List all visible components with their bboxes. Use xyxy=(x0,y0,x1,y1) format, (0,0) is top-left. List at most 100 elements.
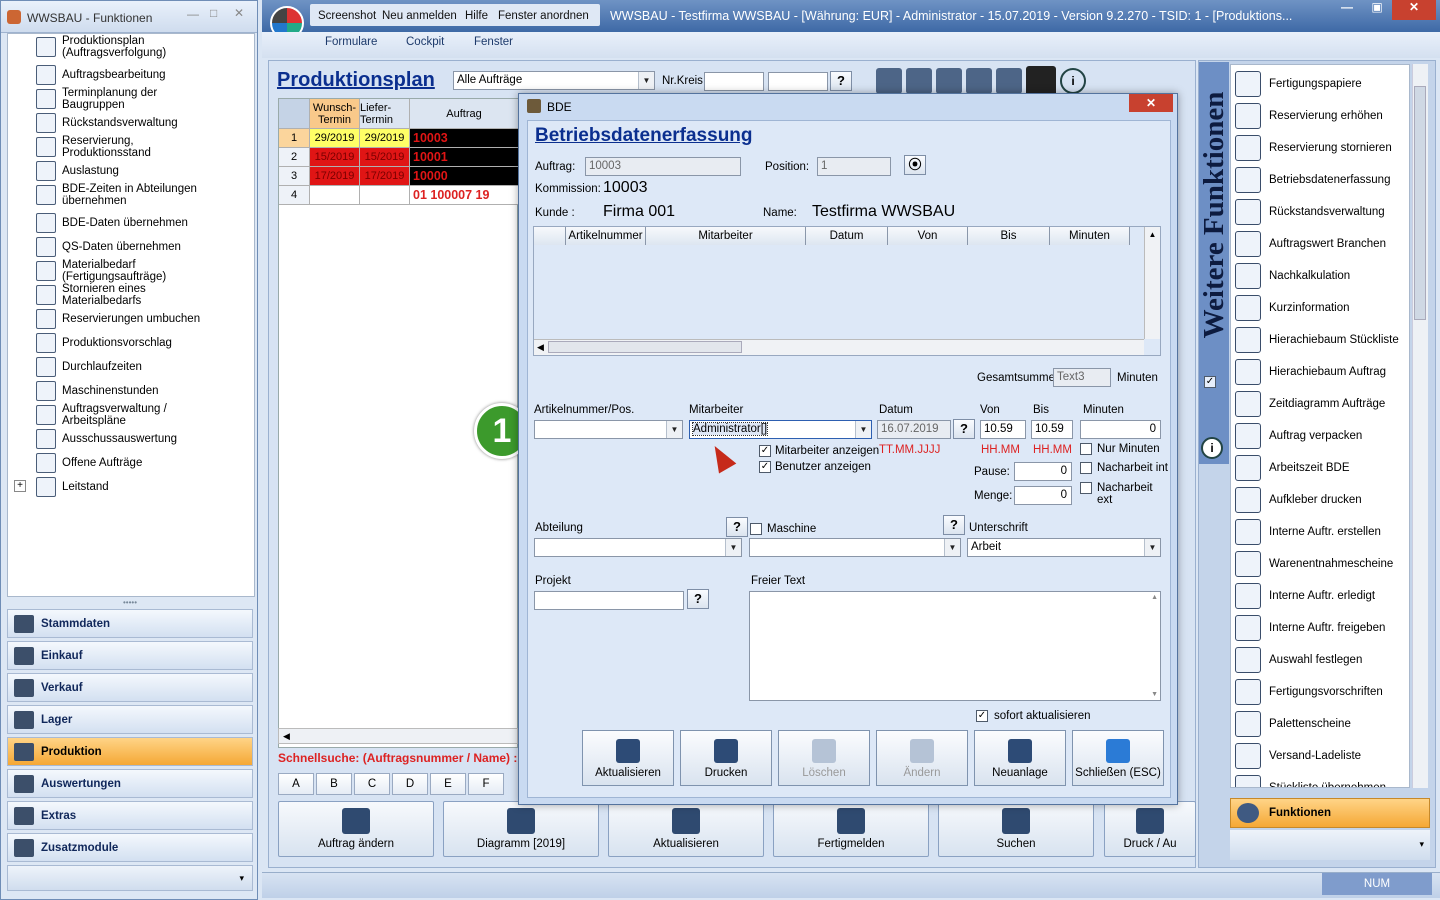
tree-item[interactable]: Terminplanung der Baugruppen xyxy=(36,87,222,111)
tree-item[interactable]: Reservierungen umbuchen xyxy=(36,308,200,330)
letter-filter-button[interactable]: B xyxy=(316,773,352,795)
tree-item[interactable]: QS-Daten übernehmen xyxy=(36,236,181,258)
function-item[interactable]: Interne Auftr. erstellen xyxy=(1235,516,1381,548)
panel-pin-checkbox[interactable]: ✓ xyxy=(1204,376,1216,388)
unterschrift-select[interactable]: Arbeit ▼ xyxy=(967,538,1161,557)
row-number[interactable]: 2 xyxy=(279,148,310,167)
datum-field[interactable]: 16.07.2019 xyxy=(877,420,951,439)
grid-hscrollbar[interactable]: ◀ xyxy=(278,728,518,744)
artikel-select[interactable]: ▼ xyxy=(534,420,683,439)
row-number[interactable]: 1 xyxy=(279,129,310,148)
header-liefer[interactable]: Liefer-Termin xyxy=(360,99,410,129)
nav-einkauf[interactable]: Einkauf xyxy=(7,641,253,670)
tree-item[interactable]: Offene Aufträge xyxy=(36,452,142,474)
tree-item[interactable]: Auslastung xyxy=(36,160,119,182)
function-item[interactable]: Arbeitszeit BDE xyxy=(1235,452,1350,484)
aendern-button[interactable]: Ändern xyxy=(876,730,968,786)
tree-item[interactable]: Maschinenstunden xyxy=(36,380,159,402)
schliessen-button[interactable]: Schließen (ESC) xyxy=(1072,730,1164,786)
menu-hilfe[interactable]: Hilfe xyxy=(465,10,488,22)
col-datum[interactable]: Datum xyxy=(806,227,888,245)
function-item[interactable]: Fertigungsvorschriften xyxy=(1235,676,1383,708)
nav-produktion[interactable]: Produktion xyxy=(7,737,253,766)
chevron-down-icon[interactable]: ▼ xyxy=(855,421,871,438)
row-number[interactable]: 4 xyxy=(279,186,310,205)
function-list-thumb[interactable] xyxy=(1414,86,1426,320)
drucken-button[interactable]: Drucken xyxy=(680,730,772,786)
minuten-field[interactable]: 0 xyxy=(1080,420,1161,439)
wunsch-termin-cell[interactable]: 17/2019 xyxy=(310,167,360,186)
nrkreis-to-input[interactable] xyxy=(768,72,828,91)
liefer-termin-cell[interactable]: 15/2019 xyxy=(360,148,410,167)
main-close-icon[interactable]: ✕ xyxy=(1392,0,1436,20)
letter-filter-button[interactable]: D xyxy=(392,773,428,795)
nav-extras[interactable]: Extras xyxy=(7,801,253,830)
order-filter-select[interactable]: Alle Aufträge ▼ xyxy=(453,71,655,90)
function-item[interactable]: Hierachiebaum Stückliste xyxy=(1235,324,1399,356)
freitext-scroll-up[interactable]: ▲ xyxy=(1151,594,1158,601)
tree-item[interactable]: Materialbedarf (Fertigungsaufträge) xyxy=(36,259,222,283)
tree-item[interactable]: BDE-Zeiten in Abteilungen übernehmen xyxy=(36,183,222,207)
chevron-down-icon[interactable]: ▼ xyxy=(1144,539,1160,556)
tree-item[interactable]: Stornieren eines Materialbedarfs xyxy=(36,283,222,307)
projekt-help-icon[interactable]: ? xyxy=(687,589,709,609)
function-item[interactable]: Rückstandsverwaltung xyxy=(1235,196,1385,228)
col-minuten[interactable]: Minuten xyxy=(1050,227,1130,245)
maschine-checkbox[interactable] xyxy=(750,523,762,535)
function-item[interactable]: Zeitdiagramm Aufträge xyxy=(1235,388,1385,420)
mitarbeiter-select[interactable]: Administrator[] ▼ xyxy=(689,420,872,439)
datum-help-icon[interactable]: ? xyxy=(953,419,975,439)
function-item[interactable]: Versand-Ladeliste xyxy=(1235,740,1361,772)
nav-stammdaten[interactable]: Stammdaten xyxy=(7,609,253,638)
tree-item[interactable]: Auftragsbearbeitung xyxy=(36,64,166,86)
function-item[interactable]: Auftrag verpacken xyxy=(1235,420,1362,452)
toolbar-formulare[interactable]: Formulare xyxy=(325,36,377,48)
tree-item[interactable]: Leitstand xyxy=(36,476,109,498)
auftrag-cell[interactable]: 10001 xyxy=(410,148,519,167)
wunsch-termin-cell[interactable] xyxy=(310,186,360,205)
nacharbeit-ext-checkbox[interactable] xyxy=(1080,482,1092,494)
von-field[interactable]: 10.59 xyxy=(980,420,1026,439)
chevron-down-icon[interactable]: ▼ xyxy=(944,539,960,556)
col-bis[interactable]: Bis xyxy=(968,227,1050,245)
tree-item[interactable]: Reservierung, Produktionsstand xyxy=(36,135,222,159)
auftrag-cell[interactable]: 10000 xyxy=(410,167,519,186)
tree-item[interactable]: Produktionsvorschlag xyxy=(36,332,172,354)
liefer-termin-cell[interactable]: 17/2019 xyxy=(360,167,410,186)
menu-fenster-anordnen[interactable]: Fenster anordnen xyxy=(498,10,589,22)
sofort-aktualisieren-checkbox[interactable]: ✓ xyxy=(976,710,988,722)
aktualisieren-button[interactable]: Aktualisieren xyxy=(608,801,764,857)
liefer-termin-cell[interactable]: 29/2019 xyxy=(360,129,410,148)
menu-neu-anmelden[interactable]: Neu anmelden xyxy=(382,10,457,22)
panel-expand-button[interactable]: ▾ xyxy=(1230,830,1430,860)
function-item[interactable]: Betriebsdatenerfassung xyxy=(1235,164,1390,196)
fertigmelden-button[interactable]: Fertigmelden xyxy=(773,801,929,857)
letter-filter-button[interactable]: A xyxy=(278,773,314,795)
auftrag-cell[interactable]: 10003 xyxy=(410,129,519,148)
nav-auswertungen[interactable]: Auswertungen xyxy=(7,769,253,798)
header-wunsch[interactable]: Wunsch-Termin xyxy=(310,99,360,129)
abteilung-help-icon[interactable]: ? xyxy=(726,517,748,537)
mitarbeiter-anzeigen-checkbox[interactable]: ✓ xyxy=(759,445,771,457)
letter-filter-button[interactable]: F xyxy=(468,773,504,795)
wunsch-termin-cell[interactable]: 29/2019 xyxy=(310,129,360,148)
maschine-select[interactable]: ▼ xyxy=(749,538,961,557)
screen-icon[interactable] xyxy=(906,68,932,94)
panel-footer[interactable]: Funktionen xyxy=(1230,798,1430,828)
minimize-icon[interactable]: — xyxy=(187,7,199,21)
letter-filter-button[interactable]: C xyxy=(354,773,390,795)
toolbar-fenster[interactable]: Fenster xyxy=(474,36,513,48)
letter-filter-button[interactable]: E xyxy=(430,773,466,795)
liefer-termin-cell[interactable] xyxy=(360,186,410,205)
function-item[interactable]: Interne Auftr. freigeben xyxy=(1235,612,1385,644)
loeschen-button[interactable]: Löschen xyxy=(778,730,870,786)
chevron-down-icon[interactable]: ▼ xyxy=(666,421,682,438)
col-artikelnummer[interactable]: Artikelnummer xyxy=(566,227,646,245)
print-icon[interactable] xyxy=(876,68,902,94)
tree-item[interactable]: Durchlaufzeiten xyxy=(36,356,142,378)
menu-screenshot[interactable]: Screenshot xyxy=(318,10,376,22)
abteilung-select[interactable]: ▼ xyxy=(534,538,742,557)
copy-icon[interactable] xyxy=(966,68,992,94)
tree-item[interactable]: Ausschussauswertung xyxy=(36,428,177,450)
function-item[interactable]: Hierachiebaum Auftrag xyxy=(1235,356,1386,388)
